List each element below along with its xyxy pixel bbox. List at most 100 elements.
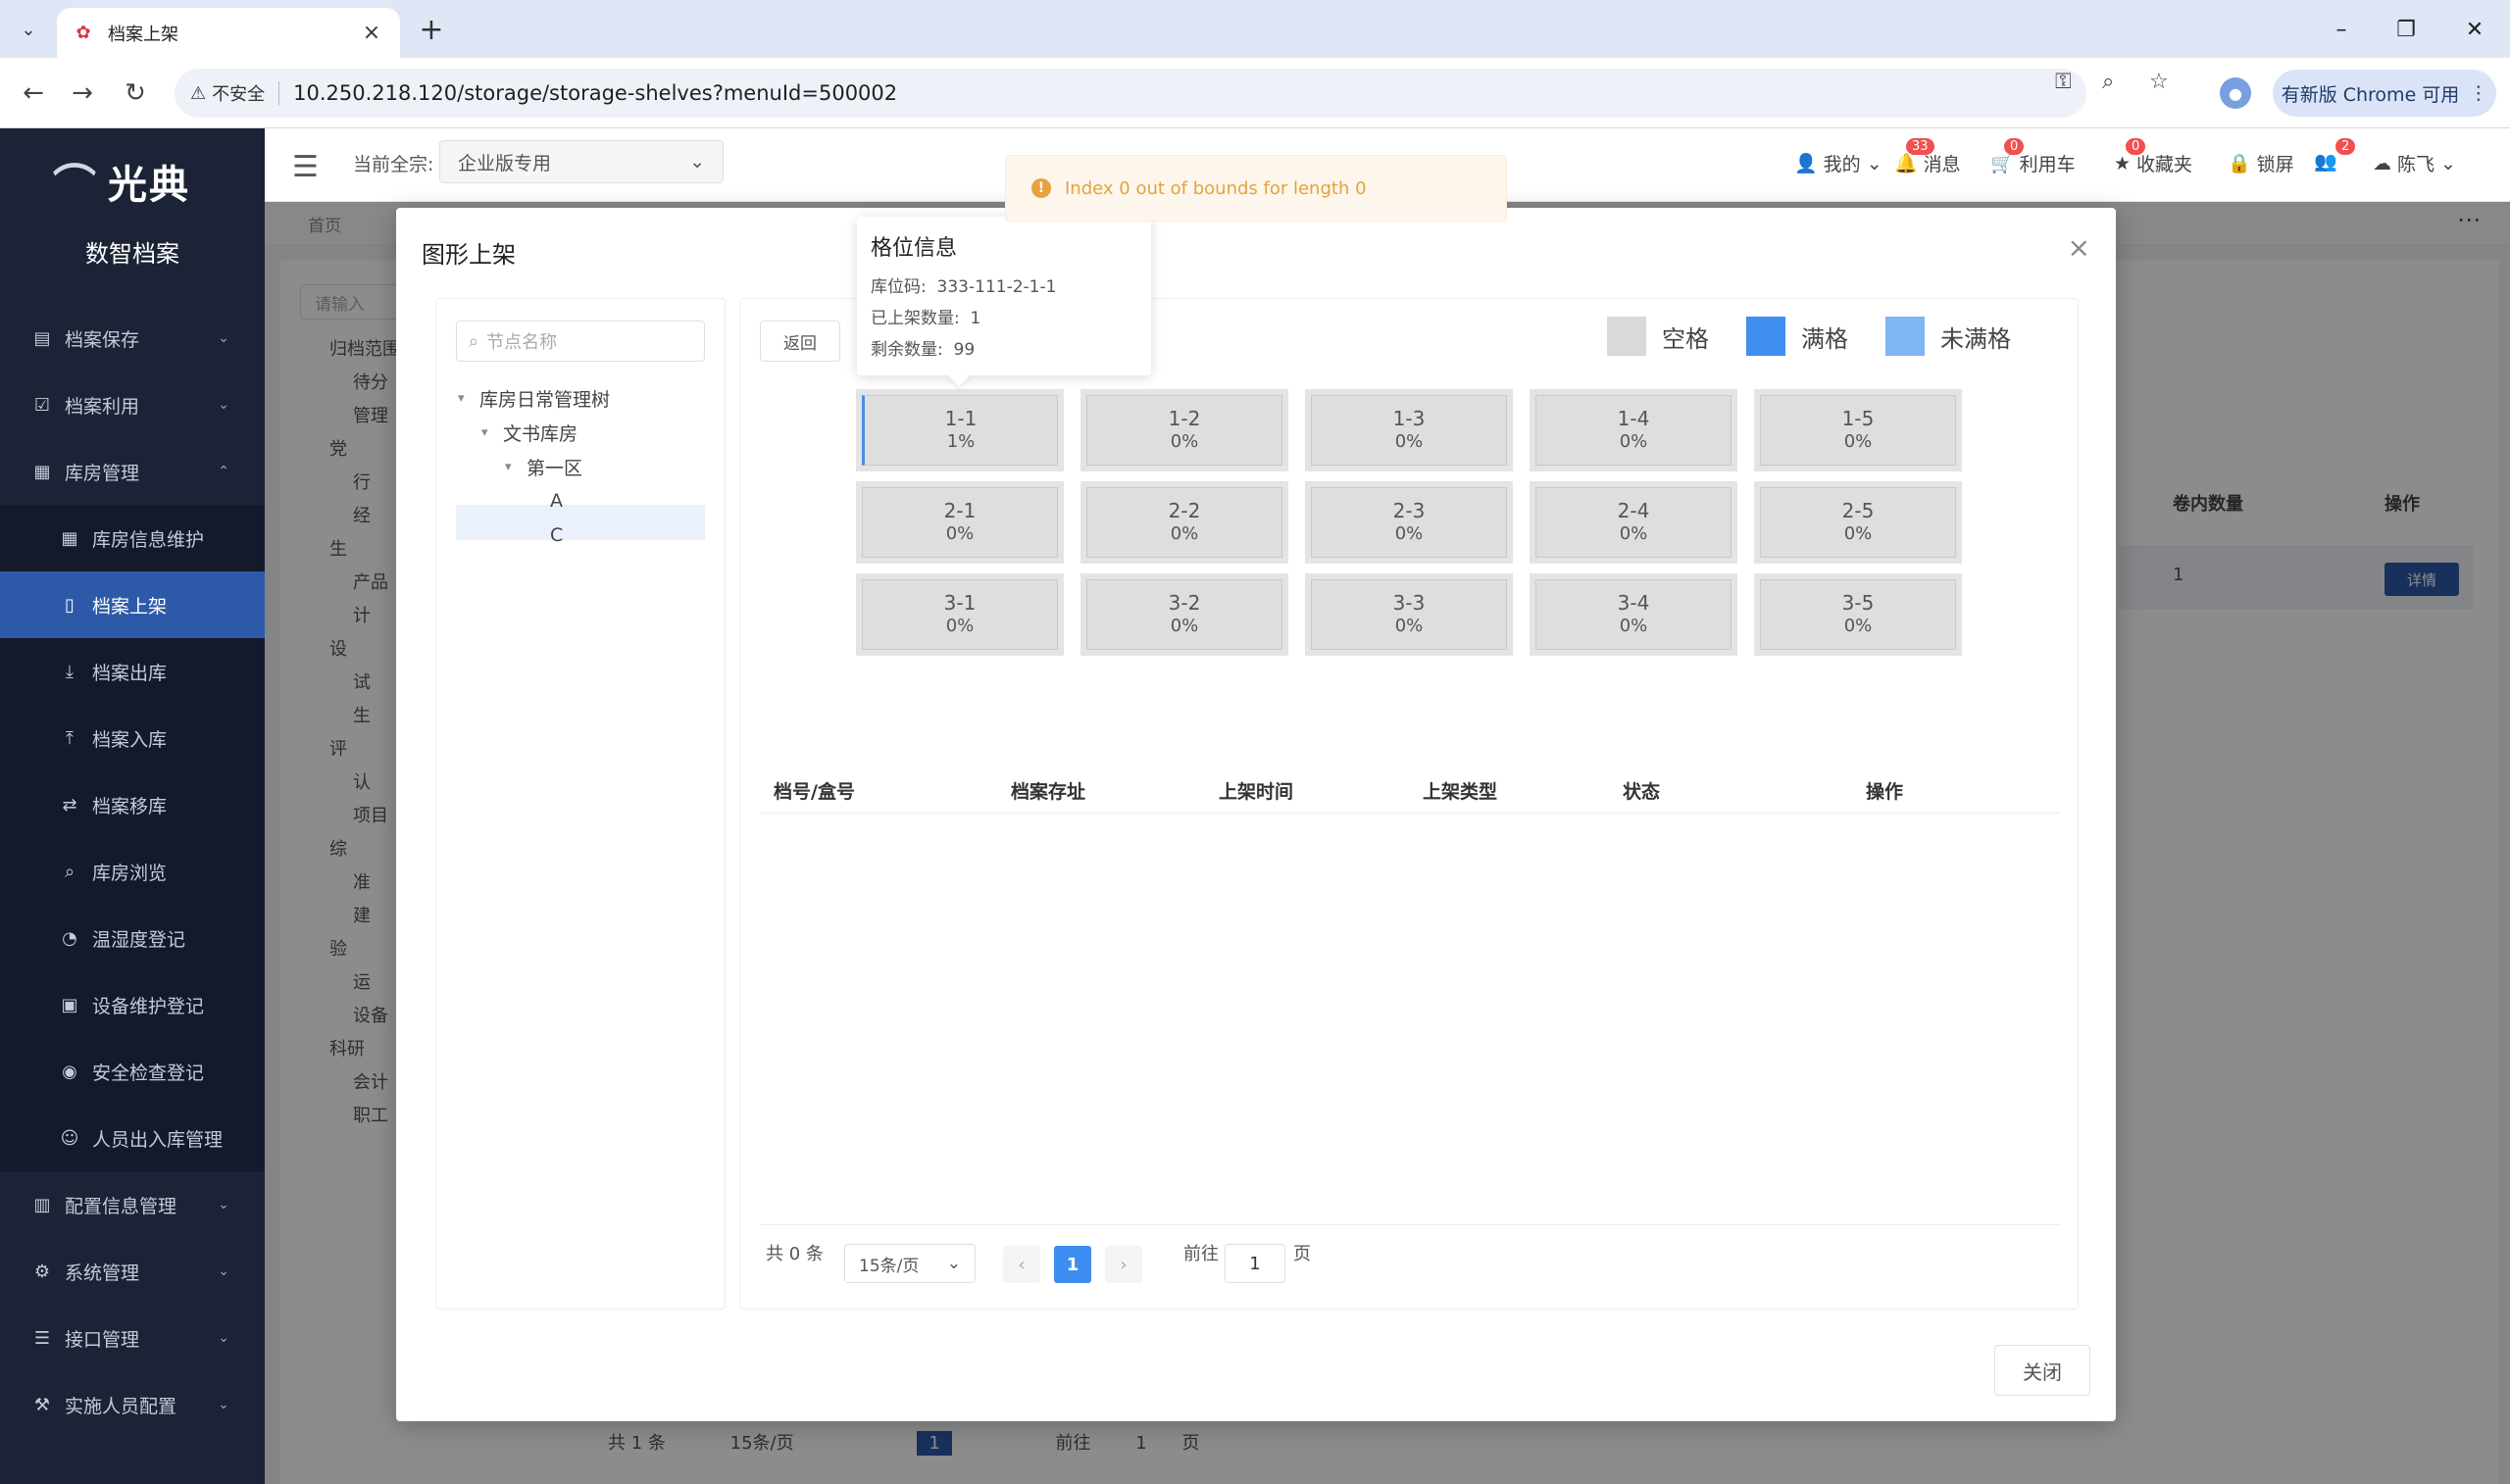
sidebar-item-3[interactable]: ▦ 库房信息维护: [0, 505, 265, 571]
lock-screen-link[interactable]: 🔒 锁屏: [2228, 150, 2294, 176]
sidebar-item-9[interactable]: ◔ 温湿度登记: [0, 905, 265, 971]
hamburger-icon[interactable]: ☰: [292, 150, 319, 184]
next-page-button[interactable]: ›: [1105, 1246, 1142, 1283]
tree-search-placeholder: 节点名称: [486, 332, 558, 353]
tree-search-input[interactable]: ⌕ 节点名称: [456, 321, 705, 362]
shelf-cell[interactable]: 1-1 1%: [856, 389, 1064, 471]
browser-tab[interactable]: ✿ 档案上架 ×: [57, 8, 400, 58]
back-arrow-icon[interactable]: ←: [14, 74, 53, 113]
sidebar: ⌒ 光典 数智档案 ▤ 档案保存 ⌄ ☑ 档案利用 ⌄ ▦ 库房管理 ⌃ ▦ 库房信息维护 ▯ 档案上架…: [0, 128, 265, 1484]
back-button[interactable]: 返回: [760, 321, 840, 362]
chrome-update-button[interactable]: 有新版 Chrome 可用 ⋮: [2273, 70, 2496, 117]
reload-icon[interactable]: ↻: [116, 74, 155, 113]
insecure-indicator[interactable]: ⚠ 不安全: [190, 80, 265, 106]
prev-page-button[interactable]: ‹: [1003, 1246, 1040, 1283]
sidebar-item-1[interactable]: ☑ 档案利用 ⌄: [0, 371, 265, 438]
shelf-cell[interactable]: 3-4 0%: [1530, 573, 1737, 656]
shelf-cell[interactable]: 2-1 0%: [856, 481, 1064, 564]
sidebar-item-5[interactable]: ⤓ 档案出库: [0, 638, 265, 705]
caret-down-icon[interactable]: ▾: [458, 391, 472, 406]
shelf-cell[interactable]: 1-5 0%: [1754, 389, 1962, 471]
tab-search-chevron-icon[interactable]: ⌄: [10, 13, 47, 46]
chevron-down-icon: ⌄: [218, 1330, 229, 1346]
chevron-down-icon: ⌄: [2440, 152, 2456, 174]
caret-down-icon[interactable]: ▾: [505, 460, 519, 474]
shelf-cell[interactable]: 3-5 0%: [1754, 573, 1962, 656]
column-header-4: 状态: [1623, 781, 1661, 803]
shelf-cell[interactable]: 1-4 0%: [1530, 389, 1737, 471]
favorites-link[interactable]: ★ 0 收藏夹: [2114, 138, 2192, 176]
shelf-cell-percent: 0%: [1170, 523, 1199, 544]
legend-label: 满格: [1801, 324, 1848, 353]
chevron-down-icon: ⌄: [218, 1397, 229, 1412]
caret-down-icon[interactable]: ▾: [481, 425, 495, 440]
lock-icon: 🔒: [2228, 153, 2251, 174]
sidebar-item-0[interactable]: ▤ 档案保存 ⌄: [0, 305, 265, 371]
user-menu[interactable]: ☁ 陈飞 ⌄: [2373, 150, 2456, 176]
tree-node-1[interactable]: ▾ 文书库房: [481, 416, 577, 449]
column-header-1: 档案存址: [1011, 781, 1086, 803]
shelf-cell-percent: 0%: [1843, 523, 1873, 544]
user-group-link[interactable]: 👥 2: [2314, 138, 2356, 173]
close-window-icon[interactable]: ✕: [2445, 8, 2504, 51]
shelf-cell[interactable]: 2-5 0%: [1754, 481, 1962, 564]
tree-node-4[interactable]: C: [528, 519, 563, 552]
shelf-cell[interactable]: 3-2 0%: [1080, 573, 1288, 656]
goto-page-input[interactable]: 1: [1225, 1244, 1285, 1283]
sidebar-item-13[interactable]: ▥ 配置信息管理 ⌄: [0, 1171, 265, 1238]
user-icon: ☺: [60, 1127, 79, 1149]
cart-link[interactable]: 🛒 0 利用车: [1990, 138, 2076, 176]
cart-badge: 0: [2004, 138, 2025, 155]
password-key-icon[interactable]: ⚿: [2055, 70, 2072, 94]
close-button[interactable]: 关闭: [1994, 1345, 2090, 1396]
shelf-cell[interactable]: 3-1 0%: [856, 573, 1064, 656]
current-fonds-label: 当前全宗:: [353, 154, 434, 175]
sidebar-item-6[interactable]: ⤒ 档案入库: [0, 705, 265, 771]
omnibox[interactable]: ⚠ 不安全 10.250.218.120/storage/storage-she…: [175, 69, 2086, 118]
sidebar-item-11[interactable]: ◉ 安全检查登记: [0, 1038, 265, 1105]
page-1-button[interactable]: 1: [1054, 1246, 1091, 1283]
mine-menu[interactable]: 👤 我的 ⌄: [1794, 150, 1882, 176]
restore-icon[interactable]: ❐: [2377, 8, 2435, 51]
sidebar-item-10[interactable]: ▣ 设备维护登记: [0, 971, 265, 1038]
profile-avatar-icon[interactable]: ●: [2220, 77, 2251, 109]
wrench-icon: ⚒: [33, 1394, 51, 1415]
current-fonds-select[interactable]: 企业版专用 ⌄: [439, 140, 724, 183]
sidebar-item-4[interactable]: ▯ 档案上架: [0, 571, 265, 638]
new-tab-icon[interactable]: +: [412, 10, 451, 49]
bookmark-star-icon[interactable]: ☆: [2149, 70, 2169, 94]
lock-label: 锁屏: [2256, 154, 2294, 175]
close-tab-icon[interactable]: ×: [359, 21, 384, 45]
tree-node-label: 第一区: [527, 457, 583, 479]
zoom-icon[interactable]: ⌕: [2102, 70, 2114, 94]
forward-arrow-icon[interactable]: →: [63, 74, 102, 113]
shelf-cell[interactable]: 2-4 0%: [1530, 481, 1737, 564]
sidebar-item-14[interactable]: ⚙ 系统管理 ⌄: [0, 1238, 265, 1305]
sidebar-menu: ▤ 档案保存 ⌄ ☑ 档案利用 ⌄ ▦ 库房管理 ⌃ ▦ 库房信息维护 ▯ 档案上架 ⤓ 档案出库 ⤒ 档案入库…: [0, 305, 265, 1438]
tree-node-3[interactable]: A: [528, 484, 563, 518]
sidebar-item-2[interactable]: ▦ 库房管理 ⌃: [0, 438, 265, 505]
favicon-icon: ✿: [75, 23, 91, 43]
shelf-cell[interactable]: 1-3 0%: [1305, 389, 1513, 471]
sidebar-item-16[interactable]: ⚒ 实施人员配置 ⌄: [0, 1371, 265, 1438]
archive-icon: ▤: [33, 327, 51, 349]
dialog-close-icon[interactable]: ×: [2068, 231, 2090, 264]
column-header-0: 档号/盒号: [774, 781, 855, 803]
shelf-cell[interactable]: 2-3 0%: [1305, 481, 1513, 564]
sidebar-item-15[interactable]: ☰ 接口管理 ⌄: [0, 1305, 265, 1371]
sidebar-item-12[interactable]: ☺ 人员出入库管理: [0, 1105, 265, 1171]
tree-node-0[interactable]: ▾ 库房日常管理树: [458, 381, 610, 415]
shelf-cell[interactable]: 2-2 0%: [1080, 481, 1288, 564]
sidebar-item-label: 库房浏览: [92, 862, 168, 884]
messages-link[interactable]: 🔔 33 消息: [1894, 138, 1961, 176]
sidebar-item-8[interactable]: ⌕ 库房浏览: [0, 838, 265, 905]
page-size-select[interactable]: 15条/页 ⌄: [844, 1244, 976, 1283]
shelf-cell[interactable]: 1-2 0%: [1080, 389, 1288, 471]
shelf-cell[interactable]: 3-3 0%: [1305, 573, 1513, 656]
sidebar-item-7[interactable]: ⇄ 档案移库: [0, 771, 265, 838]
tree-node-2[interactable]: ▾ 第一区: [505, 450, 582, 483]
star-icon: ★: [2114, 152, 2132, 174]
shelf-cell-percent: 0%: [1619, 523, 1648, 544]
url-text[interactable]: 10.250.218.120/storage/storage-shelves?m…: [293, 81, 897, 105]
minimize-icon[interactable]: –: [2312, 8, 2371, 51]
